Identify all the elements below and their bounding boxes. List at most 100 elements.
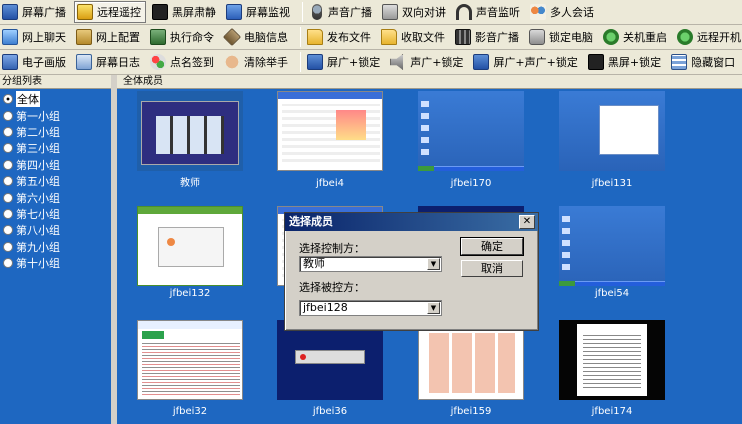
group-item[interactable]: 第九小组 [0, 239, 111, 255]
toolbar-row-1: 屏幕广播 远程遥控 黑屏肃静 屏幕监视 声音广播 双向对讲 声音监听 多人会话 [0, 0, 742, 25]
group-chat-button[interactable]: 多人会话 [528, 1, 598, 23]
toolbar-separator [302, 2, 303, 22]
radio-icon[interactable] [3, 143, 13, 154]
radio-icon[interactable] [3, 94, 13, 105]
radio-icon[interactable] [3, 159, 13, 170]
black-screen-label: 黑屏肃静 [172, 6, 216, 19]
radio-icon[interactable] [3, 110, 13, 121]
remote-control-button[interactable]: 远程遥控 [74, 1, 146, 23]
toolbar-separator [300, 27, 301, 47]
lock-computer-button[interactable]: 锁定电脑 [527, 26, 597, 48]
group-item[interactable]: 第五小组 [0, 173, 111, 189]
member-name-label: jfbei170 [450, 178, 492, 189]
group-item[interactable]: 全体 [0, 91, 111, 108]
group-chat-icon [530, 4, 546, 20]
screen-log-icon [76, 54, 92, 70]
group-item[interactable]: 第七小组 [0, 206, 111, 222]
radio-icon[interactable] [3, 225, 13, 236]
roll-call-button[interactable]: 点名签到 [148, 51, 218, 73]
computer-info-button[interactable]: 电脑信息 [222, 26, 292, 48]
group-item-label: 第三小组 [16, 142, 60, 156]
black-screen-icon [152, 4, 168, 20]
two-way-talk-button[interactable]: 双向对讲 [380, 1, 450, 23]
group-item[interactable]: 第十小组 [0, 255, 111, 271]
controller-select-value: 教师 [303, 257, 325, 270]
video-broadcast-icon [455, 29, 471, 45]
group-item-label: 第二小组 [16, 125, 60, 139]
chevron-down-icon[interactable]: ▼ [427, 258, 440, 270]
radio-icon[interactable] [3, 126, 13, 137]
radio-icon[interactable] [3, 241, 13, 252]
member-thumbnail[interactable] [559, 320, 665, 400]
execute-command-label: 执行命令 [170, 31, 214, 44]
controlled-select[interactable]: jfbei128 ▼ [299, 300, 442, 316]
black-screen-button[interactable]: 黑屏肃静 [150, 1, 220, 23]
chevron-down-icon[interactable]: ▼ [427, 302, 440, 314]
member-thumbnail[interactable] [137, 206, 243, 286]
group-item[interactable]: 第二小组 [0, 124, 111, 140]
group-list: 全体 第一小组第二小组第三小组 第四小组 第五小组 第六小组 第七小组 第八小组 第九小组 第十… [0, 89, 111, 271]
send-file-button[interactable]: 发布文件 [305, 26, 375, 48]
clear-hand-raise-button[interactable]: 清除举手 [222, 51, 292, 73]
shutdown-restart-button[interactable]: 关机重启 [601, 26, 671, 48]
online-chat-button[interactable]: 网上聊天 [0, 26, 70, 48]
voice-broadcast-button[interactable]: 声音广播 [307, 1, 376, 23]
screen-voice-broadcast-lock-icon [473, 54, 490, 70]
group-item[interactable]: 第一小组 [0, 107, 111, 123]
hide-window-button[interactable]: 隐藏窗口 [669, 51, 739, 73]
member-thumbnail[interactable] [277, 320, 383, 400]
member-thumbnail[interactable] [277, 91, 383, 171]
remote-power-on-button[interactable]: 远程开机 [675, 26, 742, 48]
screen-preview-doc [577, 324, 647, 396]
member-thumbnail[interactable] [559, 206, 665, 286]
member-thumbnail[interactable] [137, 91, 243, 171]
video-broadcast-label: 影音广播 [475, 31, 519, 44]
member-thumbnail[interactable] [559, 91, 665, 171]
dialog-titlebar: 选择成员 ✕ [285, 213, 538, 231]
voice-broadcast-lock-button[interactable]: 声广+锁定 [388, 51, 467, 73]
black-screen-lock-button[interactable]: 黑屏+锁定 [586, 51, 665, 73]
radio-icon[interactable] [3, 208, 13, 219]
member-thumbnail[interactable] [418, 91, 524, 171]
roll-call-icon [150, 54, 166, 70]
screen-broadcast-button[interactable]: 屏幕广播 [0, 1, 70, 23]
member-name-label: jfbei36 [312, 406, 348, 417]
cancel-button[interactable]: 取消 [461, 260, 523, 277]
voice-monitor-button[interactable]: 声音监听 [454, 1, 524, 23]
member-name-label: jfbei131 [591, 178, 633, 189]
close-icon[interactable]: ✕ [519, 215, 535, 229]
online-config-button[interactable]: 网上配置 [74, 26, 144, 48]
member-thumbnail[interactable] [418, 320, 524, 400]
screen-broadcast-label: 屏幕广播 [22, 6, 66, 19]
voice-monitor-label: 声音监听 [476, 6, 520, 19]
hide-window-icon [671, 54, 688, 70]
group-item[interactable]: 第四小组 [0, 157, 111, 173]
group-item[interactable]: 第八小组 [0, 222, 111, 238]
member-panel-header: 全体成员 [117, 75, 742, 89]
black-screen-lock-label: 黑屏+锁定 [607, 56, 662, 69]
collect-file-button[interactable]: 收取文件 [379, 26, 449, 48]
screen-broadcast-lock-label: 屏广+锁定 [327, 56, 381, 69]
group-item[interactable]: 第六小组 [0, 189, 111, 205]
screen-log-button[interactable]: 屏幕日志 [74, 51, 144, 73]
ok-button[interactable]: 确定 [460, 237, 524, 256]
screen-broadcast-lock-button[interactable]: 屏广+锁定 [305, 51, 384, 73]
whiteboard-button[interactable]: 电子画版 [0, 51, 70, 73]
online-config-icon [76, 29, 92, 45]
video-broadcast-button[interactable]: 影音广播 [453, 26, 523, 48]
radio-icon[interactable] [3, 192, 13, 203]
two-way-talk-icon [382, 4, 398, 20]
screen-voice-broadcast-lock-label: 屏广+声广+锁定 [493, 56, 578, 69]
radio-icon[interactable] [3, 258, 13, 269]
controller-select[interactable]: 教师 ▼ [299, 256, 442, 272]
lock-computer-label: 锁定电脑 [549, 31, 593, 44]
member-thumbnail[interactable] [137, 320, 243, 400]
group-item[interactable]: 第三小组 [0, 140, 111, 156]
controlled-select-value: jfbei128 [303, 301, 348, 314]
screen-voice-broadcast-lock-button[interactable]: 屏广+声广+锁定 [471, 51, 581, 73]
remote-control-icon [77, 4, 93, 20]
screen-monitor-button[interactable]: 屏幕监视 [224, 1, 294, 23]
radio-icon[interactable] [3, 176, 13, 187]
execute-command-button[interactable]: 执行命令 [148, 26, 218, 48]
group-list-panel: 分组列表 全体 第一小组 第二小组 第三小组 第四小组 第五小组 第六小组 第七小组 第八小组第… [0, 75, 114, 424]
